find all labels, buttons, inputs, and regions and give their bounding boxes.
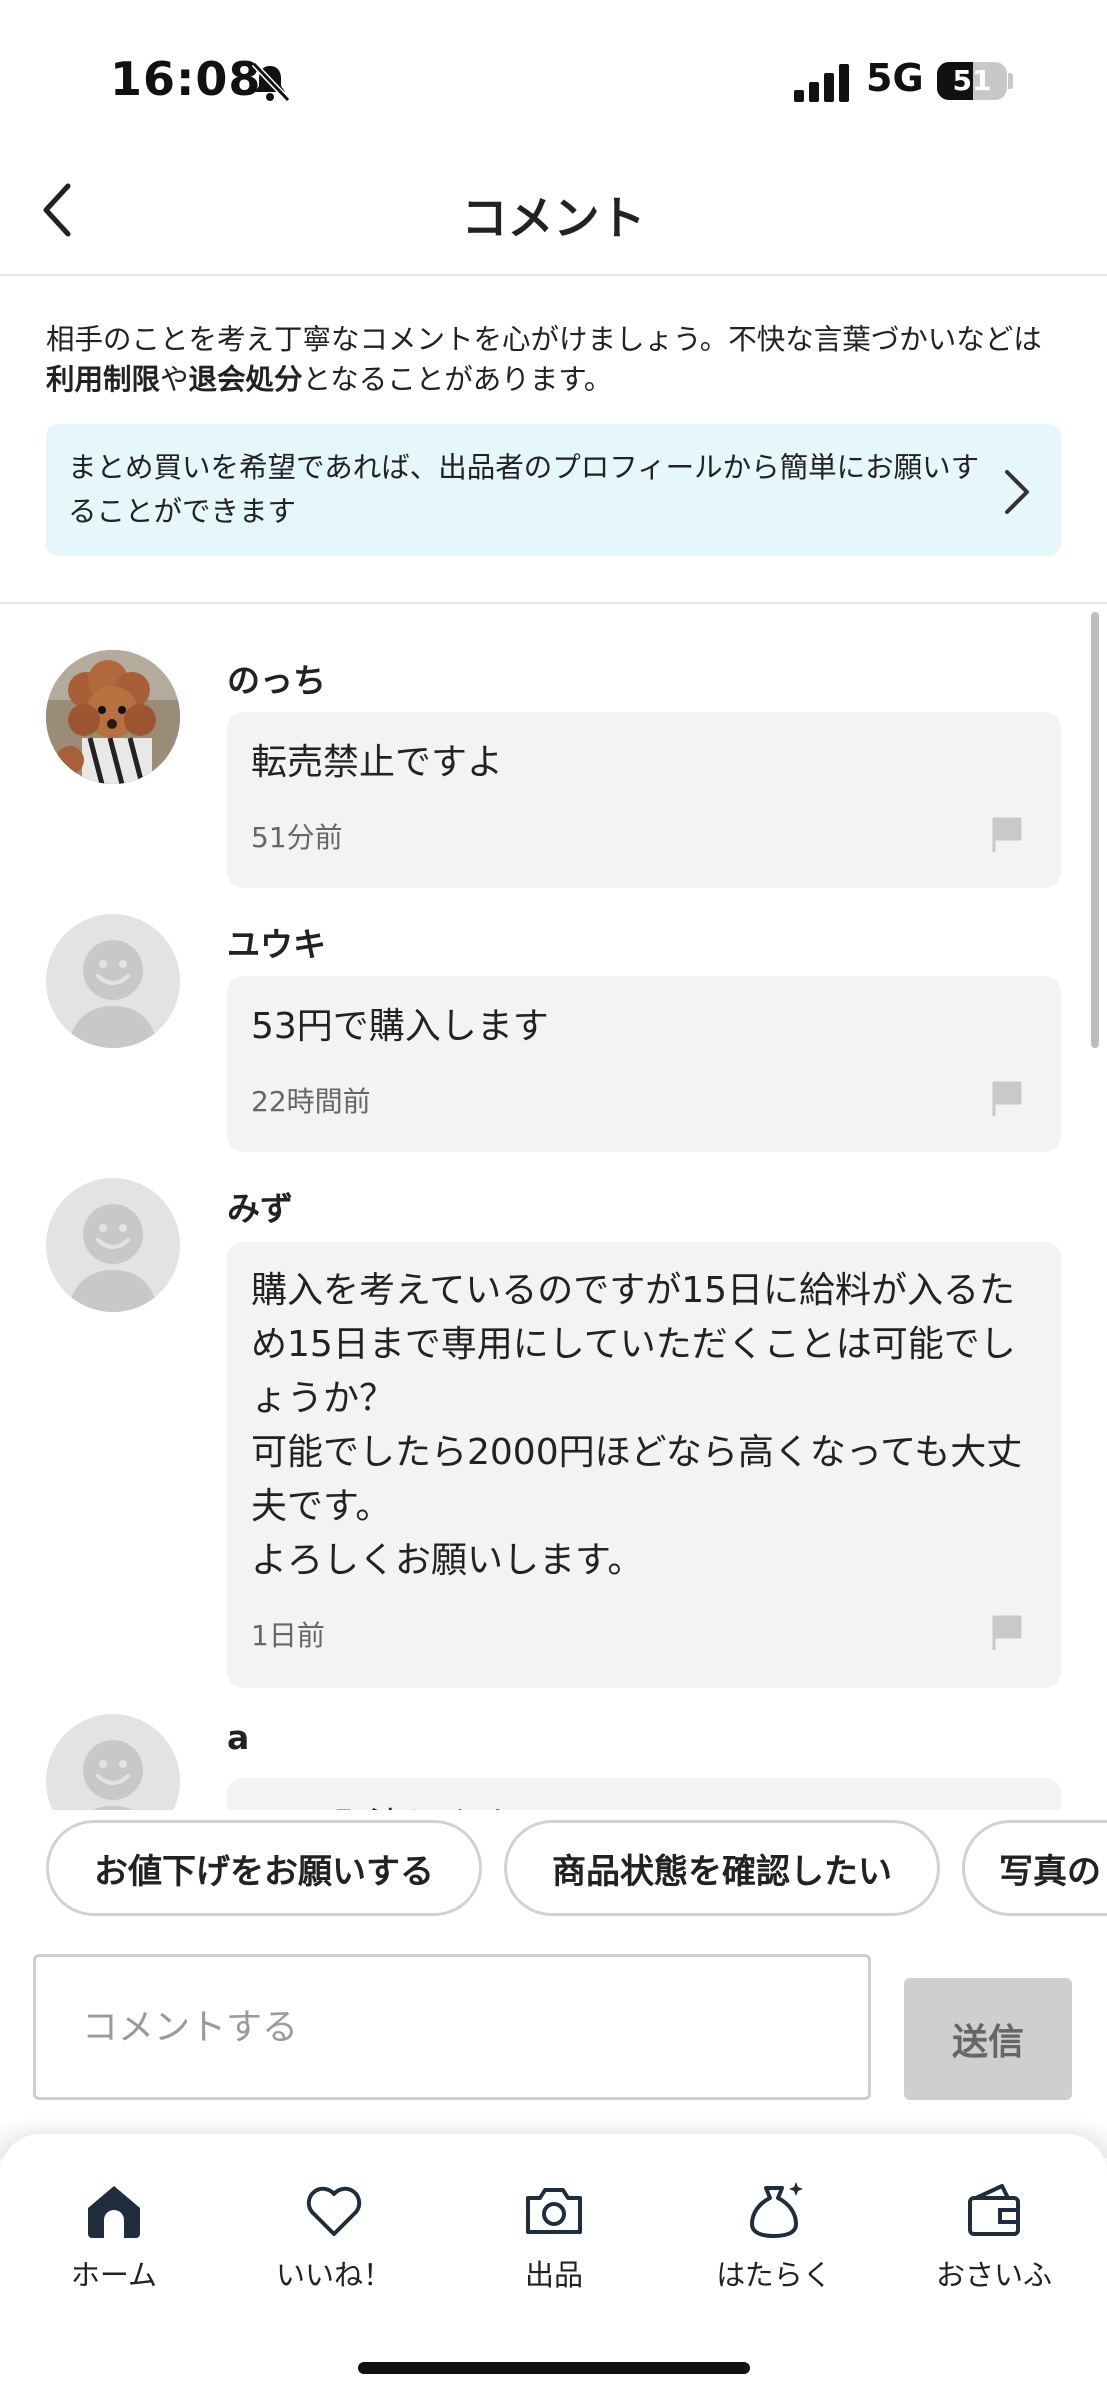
comment-user-name[interactable]: a <box>227 1718 249 1757</box>
comment-user-name[interactable]: みず <box>227 1182 293 1230</box>
notice-bold-restriction: 利用制限 <box>46 363 161 396</box>
default-avatar-icon <box>68 940 158 1048</box>
bulk-purchase-text: まとめ買いを希望であれば、出品者のプロフィールから簡単にお願いすることができます <box>68 451 980 528</box>
tab-label: 出品 <box>524 2258 583 2292</box>
tab-work[interactable]: はたらく <box>684 2178 864 2308</box>
notice-text-suffix: となることがあります。 <box>302 363 613 396</box>
notice-text-mid: や <box>160 363 189 396</box>
tab-label: はたらく <box>716 2258 832 2292</box>
default-avatar-icon <box>68 1204 158 1312</box>
tab-label: いいね！ <box>275 2258 392 2292</box>
comment-input[interactable] <box>36 1957 868 2097</box>
bulk-purchase-banner[interactable]: まとめ買いを希望であれば、出品者のプロフィールから簡単にお願いすることができます <box>46 424 1061 556</box>
avatar-nocchi[interactable] <box>46 650 180 784</box>
network-label: 5G <box>866 56 924 100</box>
wallet-icon <box>968 2184 1020 2236</box>
tab-label: ホーム <box>70 2258 158 2292</box>
battery-icon: 51 <box>937 62 1007 100</box>
report-flag-icon[interactable] <box>991 816 1025 852</box>
home-indicator <box>358 2362 750 2374</box>
scrollbar[interactable] <box>1091 612 1099 1048</box>
comment-text: 転売禁止ですよ <box>251 742 504 783</box>
heart-icon <box>306 2186 362 2236</box>
tab-likes[interactable]: いいね！ <box>244 2178 424 2308</box>
quick-reply-price-down[interactable]: お値下げをお願いする <box>46 1820 482 1916</box>
poodle-photo <box>46 650 180 784</box>
section-divider <box>0 602 1107 604</box>
comment-time: 1日前 <box>251 1619 325 1652</box>
send-button[interactable]: 送信 <box>904 1978 1072 2100</box>
header-divider <box>0 274 1107 276</box>
money-bag-icon <box>750 2182 803 2238</box>
camera-icon <box>526 2188 582 2234</box>
comment-user-name[interactable]: ユウキ <box>227 918 326 966</box>
tab-wallet[interactable]: おさいふ <box>904 2178 1084 2308</box>
comment-input-box[interactable] <box>33 1954 871 2100</box>
avatar-yuuki[interactable] <box>46 914 180 1048</box>
comment-guideline-notice: 相手のことを考え丁寧なコメントを心がけましょう。不快な言葉づかいなどは利用制限や… <box>46 320 1066 400</box>
tab-label: おさいふ <box>935 2258 1052 2292</box>
home-icon <box>88 2186 140 2238</box>
report-flag-icon[interactable] <box>991 1080 1025 1116</box>
comment-bubble: 購入を考えているのですが15日に給料が入るため15日まで専用にしていただくことは… <box>227 1242 1061 1688</box>
comment-user-name[interactable]: のっち <box>227 654 326 702</box>
comment-text: 購入を考えているのですが15日に給料が入るため15日まで専用にしていただくことは… <box>251 1270 1023 1581</box>
signal-icon <box>794 64 849 102</box>
tab-sell[interactable]: 出品 <box>464 2178 644 2308</box>
avatar-mizu[interactable] <box>46 1178 180 1312</box>
report-flag-icon[interactable] <box>991 1614 1025 1650</box>
bell-muted-icon <box>251 61 291 103</box>
comment-text: 53円で購入します <box>251 1006 549 1047</box>
tab-home[interactable]: ホーム <box>24 2178 204 2308</box>
comment-bubble: 転売禁止ですよ 51分前 <box>227 712 1061 888</box>
status-time: 16:08 <box>110 52 262 106</box>
notice-text: 相手のことを考え丁寧なコメントを心がけましょう。不快な言葉づかいなどは <box>46 323 1042 356</box>
page-title: コメント <box>461 191 646 245</box>
comment-bubble: 53円で購入します 22時間前 <box>227 976 1061 1152</box>
quick-reply-check-condition[interactable]: 商品状態を確認したい <box>504 1820 940 1916</box>
comment-time: 51分前 <box>251 821 343 854</box>
comment-time: 22時間前 <box>251 1085 371 1118</box>
chevron-right-icon <box>1005 470 1029 514</box>
battery-level-text: 51 <box>952 64 992 97</box>
quick-reply-photo[interactable]: 写真の <box>962 1820 1107 1916</box>
notice-bold-withdrawal: 退会処分 <box>188 363 303 396</box>
battery-tip <box>1008 73 1013 89</box>
